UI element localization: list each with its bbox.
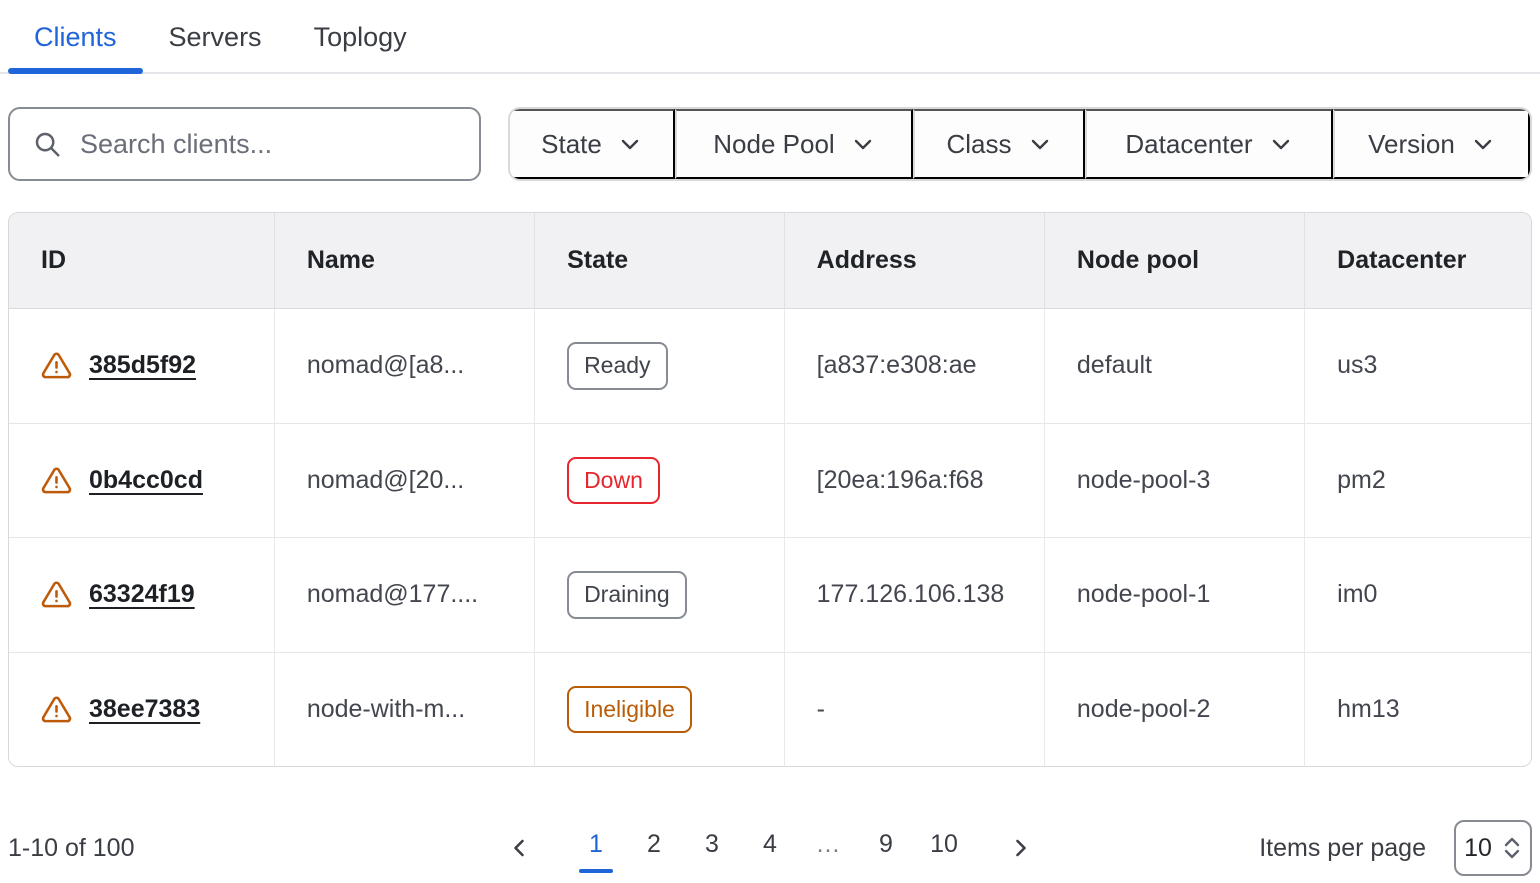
table-header-row: ID Name State Address Node pool Datacent…: [9, 213, 1531, 309]
tab-servers-label: Servers: [169, 22, 262, 52]
chevron-down-icon: [1471, 132, 1495, 156]
items-per-page-select[interactable]: 10: [1454, 820, 1532, 876]
state-badge: Ready: [567, 342, 667, 390]
warning-icon: [41, 465, 72, 496]
select-chevrons-icon: [1502, 835, 1522, 861]
filter-group: State Node Pool Class Datacenter Version: [508, 107, 1532, 181]
client-id-link[interactable]: 38ee7383: [89, 695, 200, 724]
column-header-datacenter: Datacenter: [1304, 213, 1531, 309]
client-name: nomad@177....: [274, 537, 534, 652]
table-row: 385d5f92 nomad@[a8... Ready [a837:e308:a…: [9, 309, 1531, 423]
filter-datacenter[interactable]: Datacenter: [1085, 109, 1333, 179]
client-node-pool: default: [1044, 309, 1304, 423]
column-header-state: State: [534, 213, 784, 309]
client-node-pool: node-pool-3: [1044, 423, 1304, 538]
filter-class[interactable]: Class: [913, 109, 1085, 179]
client-node-pool: node-pool-1: [1044, 537, 1304, 652]
pager: 1 2 3 4 … 9 10: [476, 824, 1064, 873]
client-name: node-with-m...: [274, 652, 534, 767]
search-clients-box[interactable]: [8, 107, 481, 181]
page-button-2[interactable]: 2: [628, 824, 680, 873]
filter-state-label: State: [541, 129, 602, 160]
page-button-9[interactable]: 9: [860, 824, 912, 873]
chevron-down-icon: [618, 132, 642, 156]
page-button-4[interactable]: 4: [744, 824, 796, 873]
state-badge: Down: [567, 457, 660, 505]
items-per-page-label: Items per page: [1259, 834, 1426, 863]
column-header-address: Address: [784, 213, 1044, 309]
client-datacenter: us3: [1304, 309, 1531, 423]
state-badge: Ineligible: [567, 686, 692, 734]
table-row: 63324f19 nomad@177.... Draining 177.126.…: [9, 537, 1531, 652]
tab-topology-label: Toplogy: [314, 22, 407, 52]
client-name: nomad@[20...: [274, 423, 534, 538]
items-per-page-value: 10: [1464, 834, 1492, 863]
search-icon: [32, 129, 62, 159]
client-id-link[interactable]: 385d5f92: [89, 351, 196, 380]
client-id-link[interactable]: 0b4cc0cd: [89, 466, 203, 495]
pagination-bar: 1-10 of 100 1 2 3 4 … 9 10 Items per pag…: [8, 813, 1532, 883]
client-address: [20ea:196a:f68: [784, 423, 1044, 538]
tab-clients-label: Clients: [34, 22, 117, 52]
column-header-id: ID: [9, 213, 274, 309]
page-ellipsis: …: [802, 824, 854, 873]
items-per-page: Items per page 10: [1259, 820, 1532, 876]
column-header-node-pool: Node pool: [1044, 213, 1304, 309]
filter-class-label: Class: [946, 129, 1011, 160]
table-row: 38ee7383 node-with-m... Ineligible - nod…: [9, 652, 1531, 767]
filter-version-label: Version: [1368, 129, 1455, 160]
search-input[interactable]: [80, 129, 457, 160]
page-button-1[interactable]: 1: [570, 824, 622, 873]
tab-servers[interactable]: Servers: [143, 0, 288, 72]
tab-bar: Clients Servers Toplogy: [0, 0, 1540, 74]
chevron-down-icon: [1269, 132, 1293, 156]
filter-state[interactable]: State: [510, 109, 675, 179]
client-datacenter: im0: [1304, 537, 1531, 652]
client-address: [a837:e308:ae: [784, 309, 1044, 423]
state-badge: Draining: [567, 571, 687, 619]
client-node-pool: node-pool-2: [1044, 652, 1304, 767]
table-row: 0b4cc0cd nomad@[20... Down [20ea:196a:f6…: [9, 423, 1531, 538]
warning-icon: [41, 579, 72, 610]
chevron-left-icon[interactable]: [494, 828, 546, 868]
filter-node-pool[interactable]: Node Pool: [675, 109, 913, 179]
filter-node-pool-label: Node Pool: [713, 129, 834, 160]
filter-version[interactable]: Version: [1333, 109, 1530, 179]
filter-datacenter-label: Datacenter: [1125, 129, 1252, 160]
warning-icon: [41, 350, 72, 381]
chevron-right-icon[interactable]: [994, 828, 1046, 868]
client-datacenter: pm2: [1304, 423, 1531, 538]
tab-clients[interactable]: Clients: [8, 0, 143, 72]
toolbar: State Node Pool Class Datacenter Version: [8, 107, 1532, 181]
tab-topology[interactable]: Toplogy: [288, 0, 433, 72]
page-button-10[interactable]: 10: [918, 824, 970, 873]
warning-icon: [41, 694, 72, 725]
column-header-name: Name: [274, 213, 534, 309]
client-datacenter: hm13: [1304, 652, 1531, 767]
clients-table: ID Name State Address Node pool Datacent…: [8, 212, 1532, 767]
pagination-range-label: 1-10 of 100: [8, 834, 135, 863]
page-button-3[interactable]: 3: [686, 824, 738, 873]
client-id-link[interactable]: 63324f19: [89, 580, 195, 609]
client-address: -: [784, 652, 1044, 767]
chevron-down-icon: [1028, 132, 1052, 156]
clients-page: Clients Servers Toplogy State Node Pool: [0, 0, 1540, 798]
client-address: 177.126.106.138: [784, 537, 1044, 652]
chevron-down-icon: [851, 132, 875, 156]
client-name: nomad@[a8...: [274, 309, 534, 423]
